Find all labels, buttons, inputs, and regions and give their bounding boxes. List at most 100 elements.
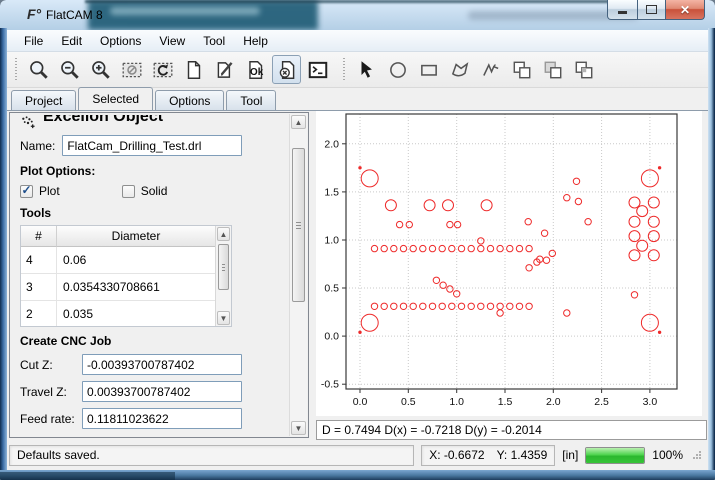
- draw-circle-button[interactable]: [383, 55, 412, 84]
- edit-object-button[interactable]: [210, 55, 239, 84]
- window-border-right[interactable]: [708, 28, 715, 480]
- delete-object-button[interactable]: [272, 55, 301, 84]
- apply-ok-button[interactable]: Ok: [241, 55, 270, 84]
- shell-button[interactable]: [303, 55, 332, 84]
- tools-label: Tools: [20, 206, 290, 220]
- panel-scrollbar-thumb[interactable]: [292, 148, 305, 302]
- plot-checkbox-label: Plot: [39, 184, 60, 198]
- zoom-fit-button[interactable]: [24, 55, 53, 84]
- polygon-tool-icon: [449, 59, 471, 81]
- draw-rectangle-button[interactable]: [414, 55, 443, 84]
- menu-options[interactable]: Options: [91, 31, 150, 51]
- field-input[interactable]: [82, 354, 242, 375]
- replot-icon: [152, 59, 174, 81]
- zoom-out-icon: [59, 59, 81, 81]
- svg-text:0.0: 0.0: [324, 331, 339, 343]
- tab-bar: ProjectSelectedOptionsTool: [7, 88, 708, 110]
- zoom-in-button[interactable]: [86, 55, 115, 84]
- clear-plot-button[interactable]: [117, 55, 146, 84]
- plot-svg: 0.00.51.01.52.02.53.0-0.50.00.51.01.52.0: [316, 111, 702, 416]
- svg-text:0.5: 0.5: [324, 283, 339, 295]
- tool-diameter-cell: 0.06: [57, 247, 216, 273]
- name-input[interactable]: [62, 135, 242, 156]
- shell-icon: [307, 59, 329, 81]
- excellon-drill-icon: [20, 115, 36, 130]
- zoom-in-icon: [90, 59, 112, 81]
- plot-canvas[interactable]: 0.00.51.01.52.02.53.0-0.50.00.51.01.52.0: [316, 111, 702, 416]
- menu-view[interactable]: View: [150, 31, 194, 51]
- menu-tool[interactable]: Tool: [194, 31, 234, 51]
- menu-file[interactable]: File: [15, 31, 52, 51]
- draw-path-button[interactable]: [476, 55, 505, 84]
- apply-ok-icon: Ok: [245, 59, 267, 81]
- subtract-button[interactable]: [538, 55, 567, 84]
- table-scrollbar[interactable]: ▲ ▼: [215, 226, 231, 326]
- background-bleed: [110, 7, 260, 15]
- union-button[interactable]: [507, 55, 536, 84]
- table-row[interactable]: 40.06: [21, 247, 216, 274]
- pointer-tool-button[interactable]: [352, 55, 381, 84]
- app-icon: F°: [27, 6, 41, 22]
- cnc-field-row: Travel Z:: [20, 381, 290, 402]
- minimize-icon: [618, 11, 627, 14]
- rectangle-tool-icon: [418, 59, 440, 81]
- x-coordinate: X: -0.6672: [429, 448, 484, 462]
- window-border-left[interactable]: [0, 28, 7, 480]
- maximize-button[interactable]: [638, 0, 666, 20]
- new-file-icon: [183, 59, 205, 81]
- draw-polygon-button[interactable]: [445, 55, 474, 84]
- svg-text:1.0: 1.0: [324, 235, 339, 247]
- panel-scrollbar[interactable]: ▲ ▼: [289, 114, 307, 436]
- tool-number-cell: 4: [21, 247, 57, 273]
- scroll-down-icon[interactable]: ▼: [217, 311, 230, 325]
- scroll-up-icon[interactable]: ▲: [291, 115, 306, 129]
- tab-project[interactable]: Project: [11, 90, 76, 110]
- circle-tool-icon: [387, 59, 409, 81]
- table-row[interactable]: 20.035: [21, 301, 216, 327]
- close-icon: ✕: [680, 3, 690, 17]
- field-input[interactable]: [82, 381, 242, 402]
- scroll-up-icon[interactable]: ▲: [217, 227, 230, 241]
- resize-grip[interactable]: [692, 450, 702, 460]
- toolbar-drag-handle[interactable]: [15, 58, 17, 82]
- background-bleed: [0, 472, 175, 480]
- close-button[interactable]: ✕: [666, 0, 705, 20]
- tool-number-cell: 2: [21, 301, 57, 327]
- tab-tool[interactable]: Tool: [226, 90, 276, 110]
- column-header-diameter[interactable]: Diameter: [57, 226, 216, 247]
- new-file-button[interactable]: [179, 55, 208, 84]
- check-icon: ✓: [21, 184, 31, 196]
- tab-options[interactable]: Options: [155, 90, 224, 110]
- flatcam-window: F° FlatCAM 8 ✕ FileEditOptionsViewToolHe…: [0, 0, 715, 480]
- clear-plot-icon: [121, 59, 143, 81]
- replot-button[interactable]: [148, 55, 177, 84]
- intersect-button[interactable]: [569, 55, 598, 84]
- tool-diameter-cell: 0.035: [57, 301, 216, 327]
- menu-bar: FileEditOptionsViewToolHelp: [7, 30, 708, 52]
- toolbar-drag-handle[interactable]: [343, 58, 345, 82]
- menu-help[interactable]: Help: [234, 31, 277, 51]
- svg-text:0.5: 0.5: [401, 396, 416, 408]
- zoom-out-button[interactable]: [55, 55, 84, 84]
- edit-object-icon: [214, 59, 236, 81]
- scroll-down-icon[interactable]: ▼: [291, 421, 306, 435]
- background-bleed: [88, 0, 318, 30]
- object-title: Excellon Object: [43, 115, 163, 126]
- plot-checkbox[interactable]: ✓: [20, 185, 33, 198]
- solid-checkbox[interactable]: [122, 185, 135, 198]
- table-row[interactable]: 30.0354330708661: [21, 274, 216, 301]
- svg-text:3.0: 3.0: [643, 396, 658, 408]
- field-label: Feed rate:: [20, 412, 82, 426]
- window-border-bottom[interactable]: [0, 470, 715, 480]
- column-header-number[interactable]: #: [21, 226, 57, 247]
- tool-number-cell: 3: [21, 274, 57, 300]
- menu-edit[interactable]: Edit: [52, 31, 91, 51]
- field-input[interactable]: [82, 408, 242, 429]
- tab-selected[interactable]: Selected: [78, 87, 153, 110]
- svg-text:1.0: 1.0: [449, 396, 464, 408]
- tools-table[interactable]: # Diameter 40.0630.035433070866120.035 ▲…: [20, 225, 232, 327]
- svg-text:Ok: Ok: [250, 66, 264, 77]
- title-bar[interactable]: F° FlatCAM 8 ✕: [0, 0, 715, 31]
- table-scrollbar-thumb[interactable]: [218, 244, 229, 290]
- minimize-button[interactable]: [607, 0, 638, 20]
